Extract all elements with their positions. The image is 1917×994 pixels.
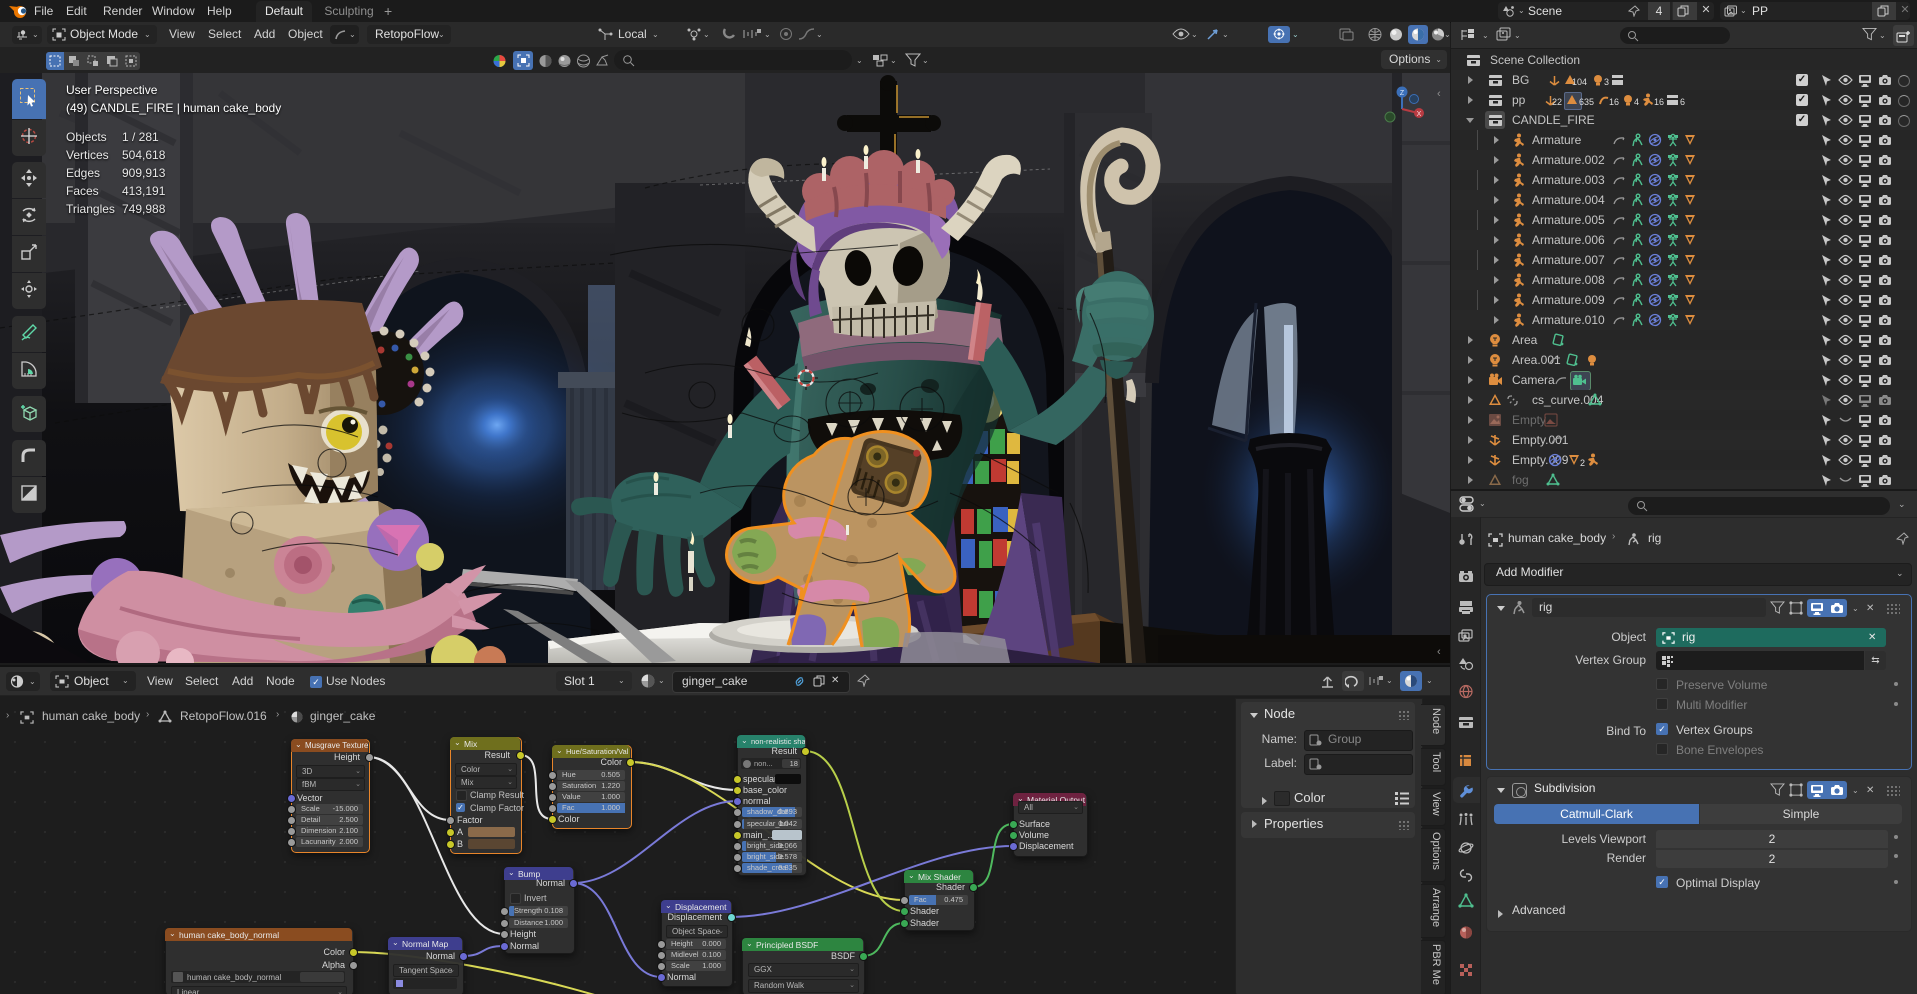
svg-text:X: X bbox=[1417, 111, 1422, 118]
svg-text:Z: Z bbox=[1400, 90, 1405, 97]
